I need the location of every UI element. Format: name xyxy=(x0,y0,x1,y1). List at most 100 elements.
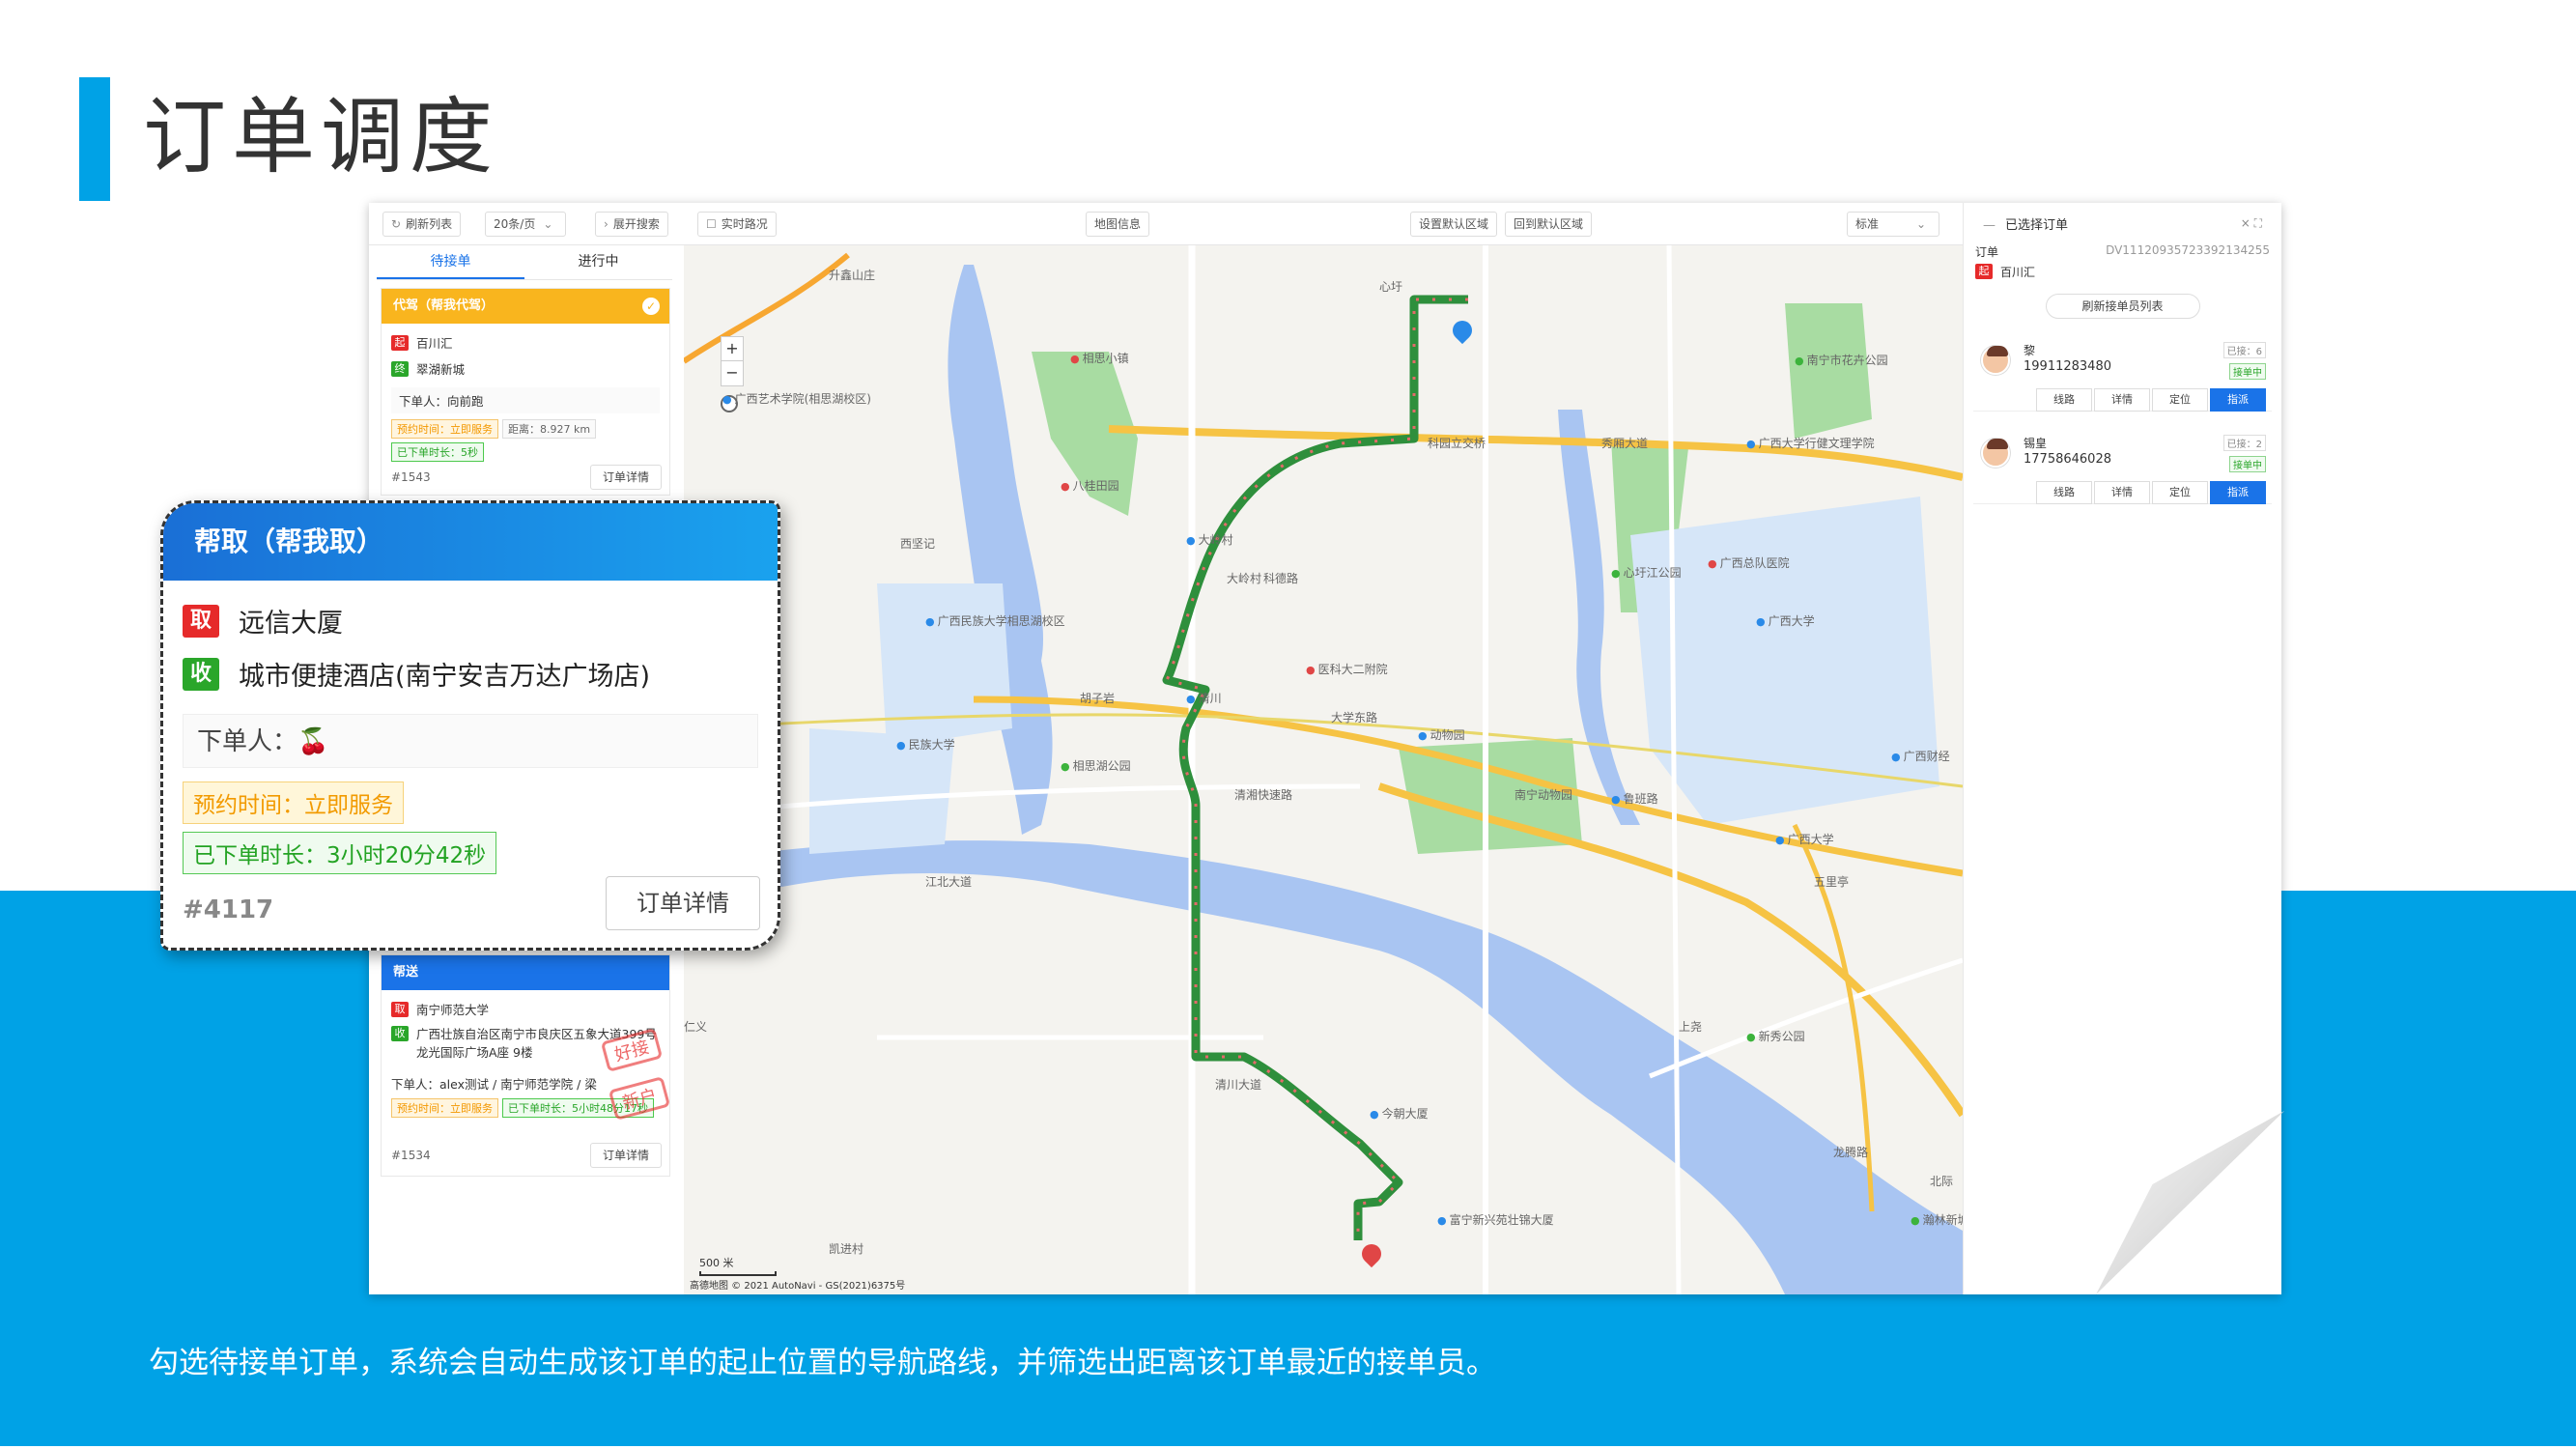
map-label: 科德路 xyxy=(1263,572,1299,585)
route-button[interactable]: 线路 xyxy=(2036,481,2092,504)
map-label: 广西大学 xyxy=(1775,831,1834,847)
map-label: 五里亭 xyxy=(1814,875,1850,889)
order-card-1534[interactable]: 帮送 取南宁师范大学 收广西壮族自治区南宁市良庆区五象大道399号龙光国际广场A… xyxy=(381,954,671,1177)
map-label: 仁义 xyxy=(684,1020,708,1034)
map-label: 新秀公园 xyxy=(1746,1028,1805,1044)
order-type-header: 代驾（帮我代驾） ✓ xyxy=(382,289,669,324)
order-type-header: 帮取（帮我取） xyxy=(163,503,778,581)
map-label: 科园立交桥 xyxy=(1428,437,1486,450)
check-circle-icon[interactable]: ✓ xyxy=(642,298,660,315)
assign-button[interactable]: 指派 xyxy=(2210,388,2266,412)
map-label: 清湘快速路 xyxy=(1234,788,1293,802)
order-card-1543[interactable]: 代驾（帮我代驾） ✓ 起百川汇 终翠湖新城 下单人：向前跑 预约时间：立即服务距… xyxy=(381,288,670,496)
map-label: 广西大学 xyxy=(1756,612,1815,629)
zoom-control: + − xyxy=(721,336,744,386)
zoom-out-button[interactable]: − xyxy=(722,361,743,384)
order-detail-button[interactable]: 订单详情 xyxy=(589,1143,662,1168)
expand-search-button[interactable]: › 展开搜索 xyxy=(595,212,668,237)
order-number-row: 订单 DV111209357233921342​55 xyxy=(1975,243,2270,259)
map-label: 南宁动物园 xyxy=(1514,788,1573,802)
tab-pending[interactable]: 待接单 xyxy=(377,245,524,279)
courier-count-badge: 已接：2 xyxy=(2222,435,2266,451)
route-button[interactable]: 线路 xyxy=(2036,388,2092,412)
map-label: 大岭村 xyxy=(1186,531,1233,548)
set-default-area-button[interactable]: 设置默认区域 xyxy=(1410,212,1498,237)
map-label: 大岭村 xyxy=(1227,572,1262,585)
map-label: 今朝大厦 xyxy=(1370,1105,1429,1122)
refresh-couriers-button[interactable]: 刷新接单员列表 xyxy=(2045,294,2200,319)
map-label: 北际 xyxy=(1930,1175,1954,1188)
order-type-header: 帮送 xyxy=(382,955,669,990)
order-start-row: 起百川汇 xyxy=(1964,262,2281,282)
map-label: 相思湖公园 xyxy=(1061,757,1131,774)
pickup-row: 起百川汇 xyxy=(382,329,669,355)
map-label: 上尧 xyxy=(1679,1020,1703,1034)
map-toolbar: ↻ 刷新列表 20条/页 ⌄ › 展开搜索 ☐ 实时路况 地图信息 设置默认区域 回到默… xyxy=(369,203,1963,245)
zoom-in-button[interactable]: + xyxy=(722,337,743,361)
title-accent-bar xyxy=(79,77,110,201)
map-label: 清川大道 xyxy=(1215,1078,1262,1092)
status-badge: 接单中 xyxy=(2229,456,2266,472)
map-label: 广西财经 xyxy=(1891,748,1950,764)
map-credit: 高德地图 © 2021 AutoNavi - GS(2021)6375号 xyxy=(690,1281,906,1292)
goto-default-area-button[interactable]: 回到默认区域 xyxy=(1505,212,1593,237)
order-detail-button[interactable]: 订单详情 xyxy=(606,876,760,930)
locate-button[interactable]: 定位 xyxy=(2152,388,2208,412)
avatar xyxy=(1981,439,2010,468)
selected-order-panel: — 已选择订单 × ⛶ 订单 DV111209357233921342​55 起百川… xyxy=(1963,203,2281,1294)
tab-in-progress[interactable]: 进行中 xyxy=(524,245,672,279)
locate-button[interactable]: 定位 xyxy=(2152,481,2208,504)
map-view[interactable]: + − 升鑫山庄相思小镇广西艺术学院(相思湖校区)八桂田园西坚记大岭村科德路大岭… xyxy=(684,245,1963,1294)
distance-chip: 距离：8.927 km xyxy=(502,419,597,439)
refresh-icon: ↻ xyxy=(391,217,402,231)
appointment-chip: 预约时间：立即服务 xyxy=(183,781,404,824)
elapsed-chip: 已下单时长：3小时20分42秒 xyxy=(183,832,497,874)
map-label: 胡子岩 xyxy=(1080,692,1116,705)
refresh-list-button[interactable]: ↻ 刷新列表 xyxy=(382,212,462,237)
order-id: #1543 xyxy=(391,470,431,484)
order-detail-button[interactable]: 订单详情 xyxy=(589,465,662,490)
map-label: 心圩 xyxy=(1379,280,1403,294)
map-label: 南宁市花卉公园 xyxy=(1795,352,1888,368)
order-id: #4117 xyxy=(183,895,274,924)
map-style-select[interactable]: 标准 ⌄ xyxy=(1847,212,1939,237)
detail-button[interactable]: 详情 xyxy=(2094,481,2150,504)
chevron-down-icon: ⌄ xyxy=(543,217,553,231)
map-label: 凯进村 xyxy=(829,1242,864,1256)
appointment-chip: 预约时间：立即服务 xyxy=(391,419,498,439)
close-icon[interactable]: × ⛶ xyxy=(2241,216,2262,231)
slide-title: 订单调度 xyxy=(143,89,498,185)
courier-count-badge: 已接：6 xyxy=(2222,342,2266,358)
map-info-button[interactable]: 地图信息 xyxy=(1086,212,1150,237)
traffic-toggle[interactable]: ☐ 实时路况 xyxy=(697,212,777,237)
map-label: 心圩江公园 xyxy=(1611,564,1682,581)
order-tabs: 待接单 进行中 xyxy=(377,245,672,280)
order-card-zoom-callout[interactable]: 帮取（帮我取） 取远信大厦 收城市便捷酒店(南宁安吉万达广场店) 下单人：🍒 预… xyxy=(160,500,780,951)
map-label: 广西艺术学院(相思湖校区) xyxy=(722,390,871,407)
courier-phone: 19911283480 xyxy=(2024,359,2111,374)
courier-card[interactable]: 锡皇 17758646028 已接：2 接单中 线路 详情 定位 指派 xyxy=(1973,427,2272,504)
courier-card[interactable]: 黎 19911283480 已接：6 接单中 线路 详情 定位 指派 xyxy=(1973,334,2272,412)
chevron-down-icon: ⌄ xyxy=(1915,217,1926,231)
map-scale-bar xyxy=(699,1271,777,1276)
avatar xyxy=(1981,346,2010,375)
panel-title: — 已选择订单 xyxy=(1983,218,2069,233)
map-label: 清川 xyxy=(1186,690,1222,706)
map-label: 龙腾路 xyxy=(1833,1146,1869,1159)
pickup-row: 取南宁师范大学 xyxy=(382,996,669,1022)
map-label: 医科大二附院 xyxy=(1306,661,1388,677)
elapsed-chip: 已下单时长：5秒 xyxy=(391,442,484,462)
courier-phone: 17758646028 xyxy=(2024,452,2111,467)
page-size-select[interactable]: 20条/页 ⌄ xyxy=(485,212,567,237)
map-label: 广西大学行健文理学院 xyxy=(1746,435,1875,451)
dropoff-row: 收城市便捷酒店(南宁安吉万达广场店) xyxy=(163,655,778,693)
buyer-row: 下单人：向前跑 xyxy=(391,387,660,413)
map-label: 大学东路 xyxy=(1331,711,1378,724)
detail-button[interactable]: 详情 xyxy=(2094,388,2150,412)
map-label: 秀厢大道 xyxy=(1601,437,1649,450)
map-label: 民族大学 xyxy=(896,736,955,753)
slide-caption: 勾选待接单订单，系统会自动生成该订单的起止位置的导航路线，并筛选出距离该订单最近… xyxy=(149,1346,1496,1380)
map-label: 相思小镇 xyxy=(1070,350,1129,366)
assign-button[interactable]: 指派 xyxy=(2210,481,2266,504)
courier-name: 锡皇 xyxy=(2024,437,2048,450)
